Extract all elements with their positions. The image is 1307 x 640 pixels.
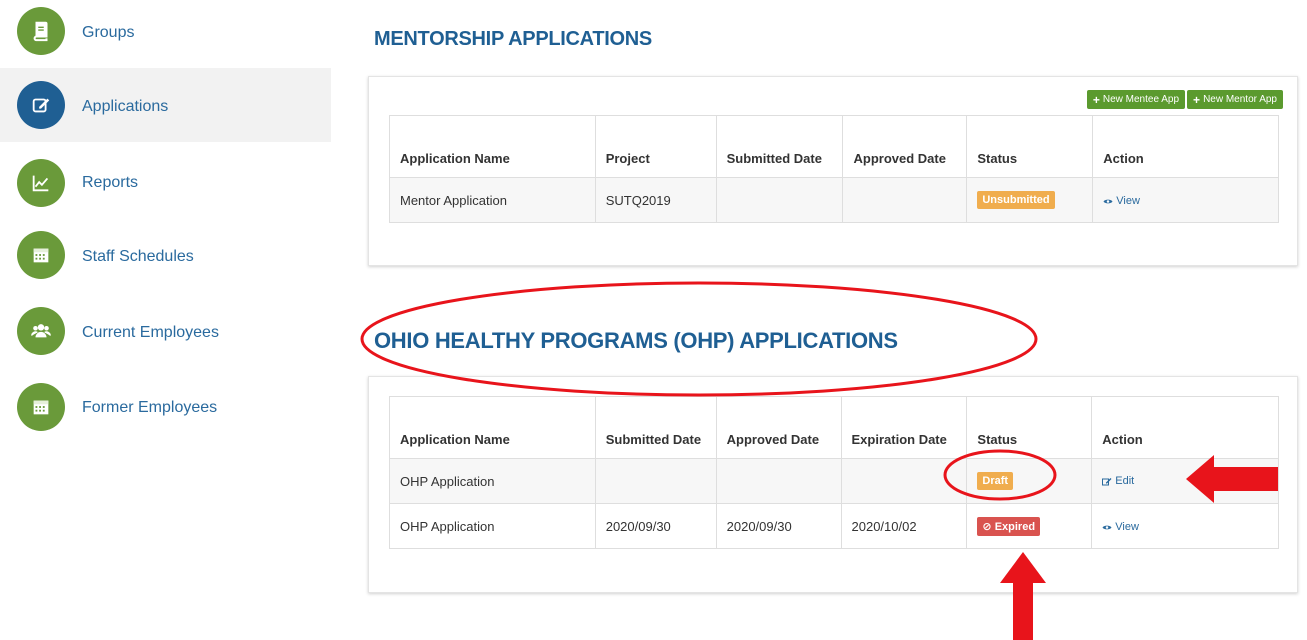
table-row: OHP Application 2020/09/30 2020/09/30 20… xyxy=(389,503,1279,549)
sidebar-item-label: Applications xyxy=(82,98,169,115)
view-link-label: View xyxy=(1115,521,1139,533)
project-cell: SUTQ2019 xyxy=(594,177,717,223)
edit-link[interactable]: Edit xyxy=(1102,475,1134,487)
table-row: Mentor Application SUTQ2019 Unsubmitted … xyxy=(389,177,1279,223)
column-header: Action xyxy=(1091,396,1279,459)
mentorship-card: + New Mentee App + New Mentor App Applic… xyxy=(368,76,1298,266)
expiration-date-cell xyxy=(840,458,968,504)
view-link[interactable]: View xyxy=(1103,195,1140,207)
submitted-date-cell xyxy=(715,177,844,223)
new-mentee-app-button[interactable]: + New Mentee App xyxy=(1086,90,1186,109)
approved-date-cell xyxy=(842,177,968,223)
sidebar-item-label: Former Employees xyxy=(82,399,218,416)
edit-icon xyxy=(1102,477,1112,485)
column-header: Expiration Date xyxy=(840,396,968,459)
column-header: Application Name xyxy=(389,396,596,459)
status-cell: Unsubmitted xyxy=(966,177,1094,223)
edit-icon xyxy=(17,81,65,129)
view-link[interactable]: View xyxy=(1102,521,1139,533)
sidebar-item-groups[interactable]: Groups xyxy=(0,0,331,74)
column-header: Status xyxy=(966,396,1093,459)
application-name-cell: Mentor Application xyxy=(389,177,596,223)
chart-line-icon xyxy=(17,159,65,207)
expiration-date-cell: 2020/10/02 xyxy=(840,503,968,549)
sidebar-item-former-employees[interactable]: Former Employees xyxy=(0,370,331,444)
column-header: Submitted Date xyxy=(594,396,717,459)
action-cell: Edit xyxy=(1091,458,1279,504)
submitted-date-cell: 2020/09/30 xyxy=(594,503,717,549)
new-mentee-app-label: New Mentee App xyxy=(1102,94,1180,105)
submitted-date-cell xyxy=(594,458,717,504)
action-cell: View xyxy=(1091,503,1279,549)
sidebar: Groups Applications Reports Staff Schedu… xyxy=(0,0,331,640)
users-icon xyxy=(17,307,65,355)
table-header-row: Application Name Submitted Date Approved… xyxy=(389,396,1279,459)
approved-date-cell: 2020/09/30 xyxy=(715,503,842,549)
sidebar-item-label: Reports xyxy=(82,174,139,191)
status-badge: ⊘ Expired xyxy=(977,516,1041,536)
ohp-card: Application Name Submitted Date Approved… xyxy=(368,376,1298,593)
ban-icon: ⊘ xyxy=(982,520,992,533)
status-badge: Unsubmitted xyxy=(977,191,1055,209)
column-header: Approved Date xyxy=(715,396,842,459)
sidebar-item-reports[interactable]: Reports xyxy=(0,146,331,220)
book-icon xyxy=(17,7,65,55)
sidebar-item-staff-schedules[interactable]: Staff Schedules xyxy=(0,218,331,292)
column-header: Status xyxy=(966,115,1094,178)
status-badge: Draft xyxy=(977,472,1014,490)
plus-icon: + xyxy=(1193,92,1201,107)
status-cell: ⊘ Expired xyxy=(966,503,1093,549)
ohp-table: Application Name Submitted Date Approved… xyxy=(389,396,1279,549)
calendar-icon xyxy=(17,231,65,279)
application-name-cell: OHP Application xyxy=(389,458,596,504)
approved-date-cell xyxy=(715,458,842,504)
eye-icon xyxy=(1102,525,1112,529)
column-header: Action xyxy=(1092,115,1279,178)
plus-icon: + xyxy=(1092,92,1100,107)
sidebar-item-current-employees[interactable]: Current Employees xyxy=(0,294,331,368)
mentorship-button-row: + New Mentee App + New Mentor App xyxy=(1086,90,1283,109)
table-row: OHP Application Draft Edit xyxy=(389,458,1279,504)
column-header: Approved Date xyxy=(842,115,968,178)
sidebar-item-label: Staff Schedules xyxy=(82,248,194,265)
sidebar-item-label: Current Employees xyxy=(82,324,219,341)
table-header-row: Application Name Project Submitted Date … xyxy=(389,115,1279,178)
new-mentor-app-button[interactable]: + New Mentor App xyxy=(1187,90,1283,109)
action-cell: View xyxy=(1092,177,1279,223)
ohp-title: OHIO HEALTHY PROGRAMS (OHP) APPLICATIONS xyxy=(374,328,898,353)
edit-link-label: Edit xyxy=(1115,475,1135,487)
status-badge-label: Expired xyxy=(994,520,1036,533)
new-mentor-app-label: New Mentor App xyxy=(1203,94,1277,105)
eye-icon xyxy=(1103,199,1113,203)
column-header: Application Name xyxy=(389,115,596,178)
column-header: Project xyxy=(594,115,717,178)
status-cell: Draft xyxy=(966,458,1093,504)
column-header: Submitted Date xyxy=(715,115,844,178)
calendar-icon xyxy=(17,383,65,431)
mentorship-title: MENTORSHIP APPLICATIONS xyxy=(374,28,652,50)
application-name-cell: OHP Application xyxy=(389,503,596,549)
view-link-label: View xyxy=(1116,195,1140,207)
sidebar-item-label: Groups xyxy=(82,24,135,41)
sidebar-item-applications[interactable]: Applications xyxy=(0,68,331,142)
mentorship-table: Application Name Project Submitted Date … xyxy=(389,115,1279,223)
